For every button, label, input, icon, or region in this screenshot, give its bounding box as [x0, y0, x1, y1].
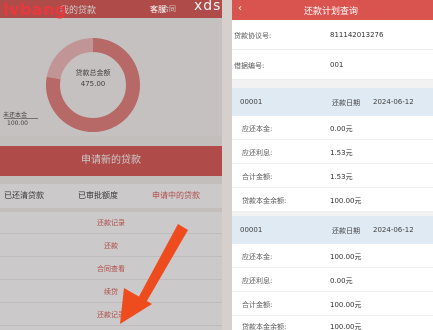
schedule-row: 应还本金: 0.00元 — [232, 116, 433, 140]
loan-tabs: 已还清贷款 已审批额度 申请中的贷款 — [0, 184, 222, 208]
total-amount-label: 合计金额: — [242, 173, 273, 181]
total-amount-value: 100.00元 — [330, 301, 362, 309]
interest-due-value: 1.53元 — [330, 149, 353, 157]
schedule-index: 00001 — [240, 98, 263, 106]
interest-due-label: 应还利息: — [242, 277, 273, 285]
tab-pending-loans[interactable]: 申请中的贷款 — [152, 190, 200, 201]
principal-balance-value: 100.00元 — [330, 197, 362, 205]
loan-number-row: 借据编号: 001 — [232, 50, 433, 80]
principal-due-label: 应还本金: — [242, 125, 273, 133]
principal-due-value: 100.00元 — [330, 253, 362, 261]
watermark-logo: lvbang — [3, 0, 68, 19]
donut-leader-line — [4, 118, 38, 119]
right-page-title: 还款计划查询 — [304, 7, 359, 17]
interest-due-value: 0.00元 — [330, 277, 353, 285]
principal-balance-value: 100.00元 — [330, 323, 362, 330]
schedule-date-value: 2024-06-12 — [373, 226, 414, 234]
arrow-shaft — [136, 224, 188, 306]
right-phone-screen: ‹ 还款计划查询 贷款协议号: 811142013276 借据编号: 001 0… — [232, 0, 433, 330]
screen-divider — [222, 0, 232, 330]
red-arrow-annotation — [120, 224, 188, 324]
left-header-service-link[interactable]: 客服 — [150, 4, 166, 15]
interest-due-label: 应还利息: — [242, 149, 273, 157]
donut-center-value: 475.00 — [80, 80, 106, 88]
total-amount-label: 合计金额: — [242, 301, 273, 309]
schedule-header: 00001 还款日期 2024-06-12 — [232, 216, 433, 244]
schedule-row: 贷款本金余额: 100.00元 — [232, 314, 433, 330]
principal-due-value: 0.00元 — [330, 125, 353, 133]
schedule-row: 应还本金: 100.00元 — [232, 244, 433, 268]
watermark-text: xds — [194, 0, 222, 14]
section-spacer — [232, 80, 433, 88]
donut-side-value: 100.00 — [7, 120, 28, 127]
schedule-row: 合计金额: 1.53元 — [232, 164, 433, 188]
chevron-left-icon[interactable]: ‹ — [238, 3, 242, 14]
tab-approved-limit[interactable]: 已审批额度 — [78, 190, 118, 201]
schedule-date-label: 还款日期 — [332, 227, 360, 235]
schedule-header: 00001 还款日期 2024-06-12 — [232, 88, 433, 116]
schedule-row: 合计金额: 100.00元 — [232, 292, 433, 316]
schedule-date-label: 还款日期 — [332, 99, 360, 107]
agreement-number-row: 贷款协议号: 811142013276 — [232, 20, 433, 50]
tab-paid-off-loans[interactable]: 已还清贷款 — [4, 190, 44, 201]
total-amount-value: 1.53元 — [330, 173, 353, 181]
agreement-number-label: 贷款协议号: — [234, 32, 272, 40]
right-header-bar: ‹ 还款计划查询 — [232, 0, 433, 20]
agreement-number-value: 811142013276 — [330, 31, 384, 39]
schedule-row: 应还利息: 0.00元 — [232, 268, 433, 292]
schedule-row: 贷款本金余额: 100.00元 — [232, 188, 433, 212]
schedule-index: 00001 — [240, 226, 263, 234]
schedule-date-value: 2024-06-12 — [373, 98, 414, 106]
loan-summary-donut-section: 贷款总金额 475.00 未还本金 100.00 — [0, 18, 222, 136]
apply-new-loan-button[interactable]: 申请新的贷款 — [0, 146, 222, 176]
principal-due-label: 应还本金: — [242, 253, 273, 261]
principal-balance-label: 贷款本金余额: — [242, 197, 287, 205]
donut-center-label: 贷款总金额 — [75, 69, 111, 77]
loan-number-label: 借据编号: — [234, 62, 265, 70]
principal-balance-label: 贷款本金余额: — [242, 323, 287, 330]
loan-number-value: 001 — [330, 61, 344, 69]
schedule-row: 应还利息: 1.53元 — [232, 140, 433, 164]
